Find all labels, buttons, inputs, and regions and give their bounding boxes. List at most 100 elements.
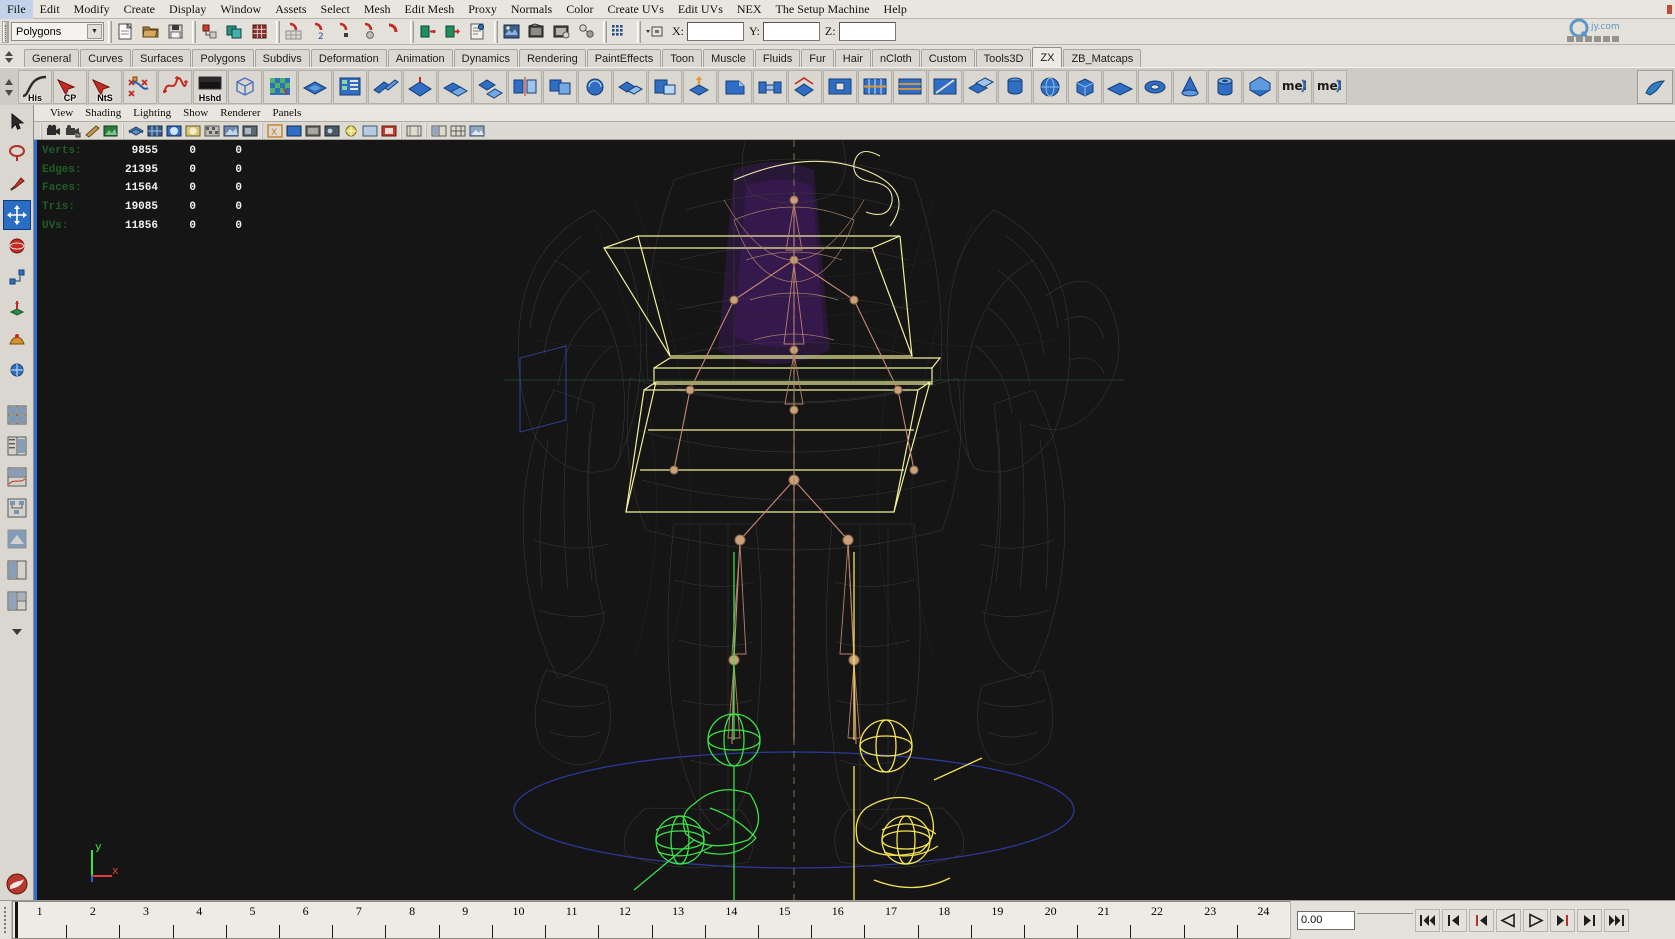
menu-item-the-setup-machine[interactable]: The Setup Machine (769, 0, 877, 19)
menu-item-proxy[interactable]: Proxy (461, 0, 504, 19)
persp-outliner-layout[interactable] (2, 431, 31, 461)
menu-item-nex[interactable]: NEX (730, 0, 769, 19)
select-by-object-icon[interactable] (222, 20, 247, 44)
torus-primitive-button[interactable] (1138, 69, 1172, 104)
render-current-frame-icon[interactable] (499, 20, 524, 44)
menu-item-window[interactable]: Window (213, 0, 268, 19)
mel-script-2-button[interactable]: mel (1313, 69, 1347, 104)
shelf-tab-ncloth[interactable]: nCloth (871, 49, 920, 67)
select-by-component-icon[interactable] (247, 20, 272, 44)
coord-y-input[interactable] (762, 22, 820, 41)
plane-primitive-button[interactable] (1103, 69, 1137, 104)
shelf-tab-zx[interactable]: ZX (1032, 47, 1063, 67)
menu-item-edit-uvs[interactable]: Edit UVs (671, 0, 730, 19)
snap-to-point-icon[interactable] (331, 20, 356, 44)
shelf-tab-fluids[interactable]: Fluids (754, 49, 801, 67)
step-forward-frame-button[interactable] (1577, 908, 1602, 932)
menu-item-help[interactable]: Help (877, 0, 914, 19)
smooth-shade-all-icon[interactable] (183, 122, 202, 139)
rotate-tool[interactable] (2, 231, 31, 261)
viewport-canvas[interactable]: Verts: 9855 0 0 Edges: 21395 0 0 Faces: … (34, 140, 1675, 900)
play-forwards-button[interactable] (1523, 908, 1548, 932)
insert-edge-loop-button[interactable] (858, 69, 892, 104)
panel-grid-icon[interactable] (448, 122, 467, 139)
cylinder-primitive-button[interactable] (998, 69, 1032, 104)
lasso-select-tool[interactable] (2, 138, 31, 168)
snap-to-grid-icon[interactable] (281, 20, 306, 44)
uv-editor-button[interactable] (333, 69, 367, 104)
shelf-tab-animation[interactable]: Animation (387, 49, 453, 67)
sculpt-geometry-button[interactable] (578, 69, 612, 104)
booleans-difference-button[interactable] (648, 69, 682, 104)
menu-item-edit[interactable]: Edit (33, 0, 67, 19)
menu-item-file[interactable]: File (0, 0, 33, 19)
select-by-hierarchy-icon[interactable] (197, 20, 222, 44)
smooth-shade-icon[interactable] (164, 122, 183, 139)
mel-script-1-button[interactable]: mel (1278, 69, 1312, 104)
shelf-tab-surfaces[interactable]: Surfaces (131, 49, 192, 67)
menu-item-modify[interactable]: Modify (67, 0, 117, 19)
curve-tool-button[interactable] (158, 69, 192, 104)
bevel-button[interactable] (718, 69, 752, 104)
shelf-tab-general[interactable]: General (24, 49, 80, 67)
combine-mesh-button[interactable] (438, 69, 472, 104)
extrude-button[interactable] (683, 69, 717, 104)
menu-item-normals[interactable]: Normals (504, 0, 559, 19)
render-settings-icon[interactable] (549, 20, 574, 44)
duplicate-face-button[interactable] (963, 69, 997, 104)
uv-layout-button[interactable] (298, 69, 332, 104)
resolution-gate-icon[interactable] (404, 122, 423, 139)
attribute-editor-toggle-icon[interactable] (465, 20, 490, 44)
playback-speed-slider[interactable] (1357, 910, 1413, 930)
viewport-menu-lighting[interactable]: Lighting (127, 105, 177, 122)
snap-to-curve-icon[interactable]: 2 (306, 20, 331, 44)
shelf-tab-subdivs[interactable]: Subdivs (254, 49, 310, 67)
shelf-editor-button[interactable] (1637, 70, 1673, 104)
cone-primitive-button[interactable] (1173, 69, 1207, 104)
shelf-tab-deformation[interactable]: Deformation (310, 49, 387, 67)
construction-history-input-icon[interactable] (415, 20, 440, 44)
shelf-tab-tools3d[interactable]: Tools3D (975, 49, 1032, 67)
universal-manipulator-tool[interactable] (2, 293, 31, 323)
menu-item-assets[interactable]: Assets (268, 0, 313, 19)
use-all-lights-icon[interactable] (221, 122, 240, 139)
shelf-tab-polygons[interactable]: Polygons (192, 49, 254, 67)
image-plane-icon[interactable] (101, 122, 120, 139)
step-forward-key-button[interactable] (1550, 908, 1575, 932)
go-to-end-button[interactable] (1604, 908, 1629, 932)
toolbox-scroll-down[interactable] (2, 617, 31, 647)
snap-to-projected-center-icon[interactable] (356, 20, 381, 44)
high-quality-render-icon[interactable] (322, 122, 341, 139)
isolate-select-icon[interactable] (341, 122, 360, 139)
show-manipulator-tool[interactable] (2, 355, 31, 385)
offset-edge-loop-button[interactable] (893, 69, 927, 104)
open-scene-icon[interactable] (138, 20, 163, 44)
xray-joints-icon[interactable] (284, 122, 303, 139)
viewport-menu-show[interactable]: Show (177, 105, 214, 122)
menu-item-create-uvs[interactable]: Create UVs (601, 0, 671, 19)
snap-to-view-plane-icon[interactable] (381, 20, 406, 44)
bridge-button[interactable] (753, 69, 787, 104)
mirror-geometry-button[interactable] (508, 69, 542, 104)
step-back-key-button[interactable] (1469, 908, 1494, 932)
wireframe-cube-button[interactable] (228, 69, 262, 104)
prism-primitive-button[interactable] (1243, 69, 1277, 104)
booleans-union-button[interactable] (613, 69, 647, 104)
three-pane-layout[interactable] (2, 586, 31, 616)
panel-layout-icon[interactable] (429, 122, 448, 139)
save-scene-icon[interactable] (163, 20, 188, 44)
shadows-icon[interactable] (240, 122, 259, 139)
pipe-primitive-button[interactable] (1208, 69, 1242, 104)
play-backwards-button[interactable] (1496, 908, 1521, 932)
xray-icon[interactable]: X (265, 122, 284, 139)
menu-set-selector[interactable]: Polygons ▼ (11, 22, 104, 41)
shelf-scroll-arrows[interactable] (0, 68, 17, 106)
camera-attributes-icon[interactable] (63, 122, 82, 139)
persp-graph-layout[interactable] (2, 462, 31, 492)
extract-faces-button[interactable] (403, 69, 437, 104)
shelf-tab-zb-matcaps[interactable]: ZB_Matcaps (1063, 49, 1142, 67)
current-frame-input[interactable]: 0.00 (1297, 910, 1355, 930)
hardware-shaded-button[interactable]: Hshd (193, 69, 227, 104)
input-line-mode-dropdown[interactable] (642, 20, 667, 44)
menu-item-edit-mesh[interactable]: Edit Mesh (398, 0, 462, 19)
